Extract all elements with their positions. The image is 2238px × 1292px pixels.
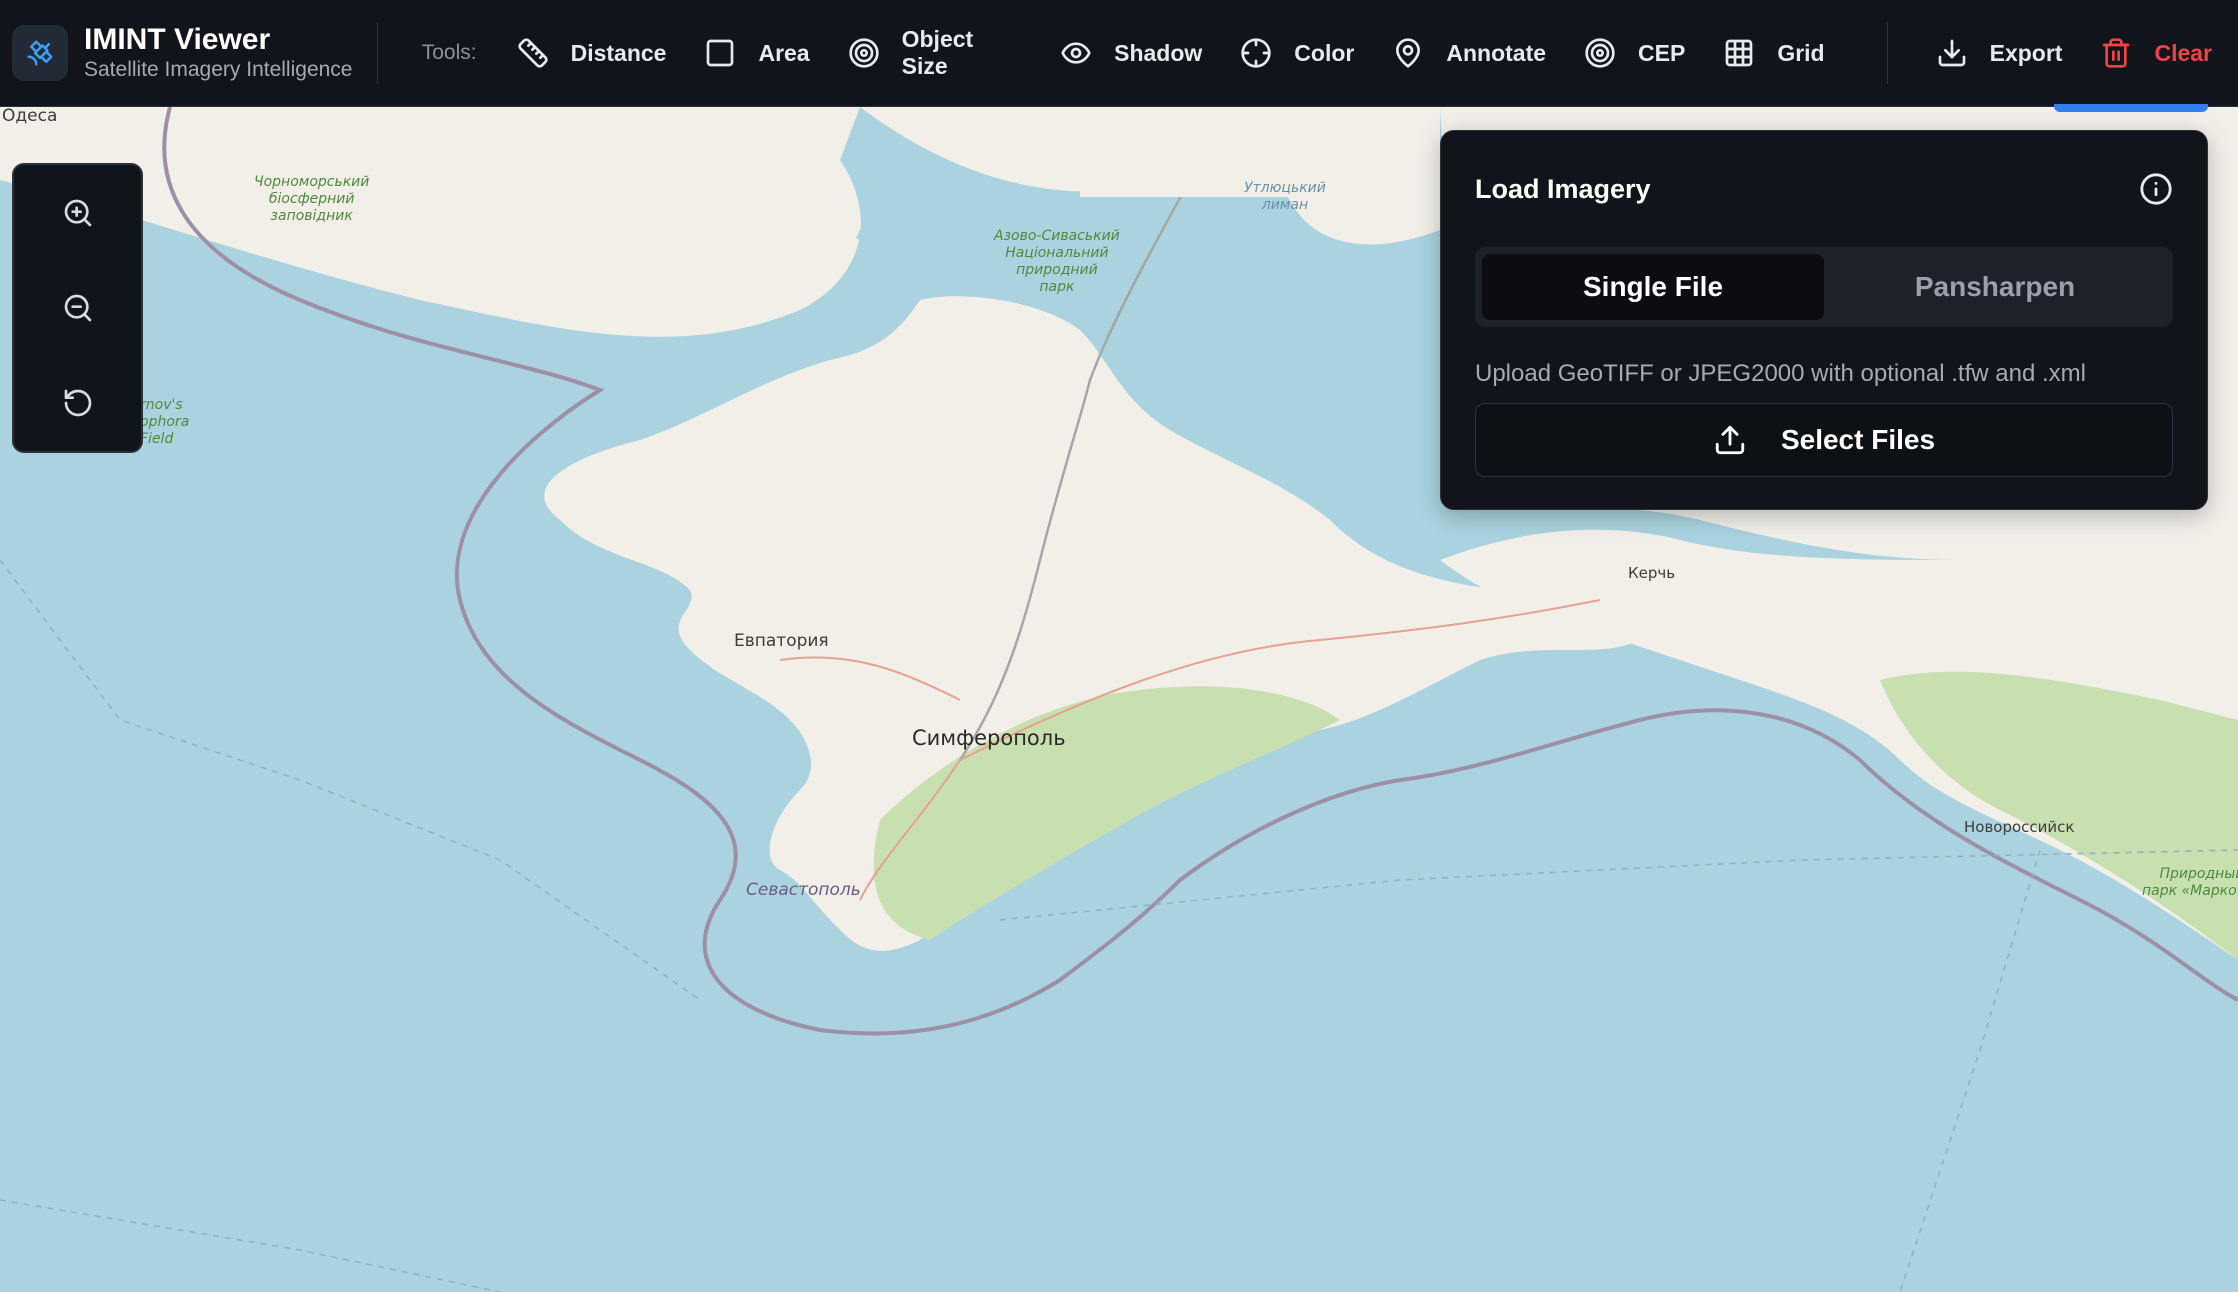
select-files-label: Select Files	[1780, 424, 1936, 455]
zoom-controls	[12, 163, 143, 453]
label-line: парк «Маркотх»	[2142, 883, 2238, 899]
upload-description: Upload GeoTIFF or JPEG2000 with optional…	[1475, 360, 2086, 387]
map-label-utliutskyi: Утлюцький лиман	[1244, 180, 1326, 214]
target-icon	[848, 38, 879, 68]
tool-label: Shadow	[1114, 39, 1203, 66]
download-icon	[1938, 39, 1965, 67]
map-label-yevpatoriya: Евпатория	[734, 631, 829, 651]
crosshair-icon	[1241, 38, 1271, 68]
tab-pansharpen[interactable]: Pansharpen	[1824, 254, 2166, 320]
satellite-icon	[12, 25, 68, 81]
tool-annotate-button[interactable]: Annotate	[1380, 23, 1558, 83]
label-line: ophora	[140, 414, 190, 430]
map-label-novorossiysk: Новороссийск	[1964, 818, 2075, 836]
reset-view-button[interactable]	[48, 373, 108, 433]
tab-single-file[interactable]: Single File	[1482, 254, 1824, 320]
zoom-in-icon	[64, 199, 91, 226]
mode-tabs: Single File Pansharpen	[1475, 247, 2173, 327]
grid-icon	[1725, 39, 1753, 67]
toolbar-actions: Export Clear	[1886, 22, 2238, 84]
info-icon[interactable]	[2139, 172, 2173, 206]
map-pin-icon	[1396, 38, 1421, 68]
tool-label: Object Size	[901, 26, 974, 79]
concentric-circle-icon	[1585, 38, 1615, 68]
tool-distance-button[interactable]: Distance	[505, 23, 679, 83]
label-line: Національний	[1005, 245, 1109, 261]
zoom-out-button[interactable]	[48, 278, 108, 338]
load-imagery-panel: Load Imagery Single File Pansharpen Uplo…	[1440, 130, 2208, 510]
label-line: біосферний	[268, 191, 355, 207]
tool-object-size-button[interactable]: Object Size	[836, 23, 1035, 83]
map-label-kerch: Керчь	[1628, 564, 1676, 582]
tools-label: Tools:	[421, 41, 477, 64]
tool-area-button[interactable]: Area	[692, 23, 821, 83]
panel-title: Load Imagery	[1475, 173, 1651, 204]
zoom-out-icon	[64, 294, 91, 322]
map-label-chornomorskyi: Чорноморський біосферний заповідник	[254, 174, 369, 225]
label-line: Field	[140, 431, 174, 447]
label-line: Природный	[2159, 866, 2238, 882]
tool-label: Color	[1294, 39, 1355, 66]
label-line: парк	[1039, 279, 1075, 295]
tool-label: CEP	[1638, 39, 1686, 66]
tool-label: Distance	[570, 39, 667, 66]
label-line: заповідник	[270, 208, 353, 224]
tool-grid-button[interactable]: Grid	[1711, 23, 1836, 83]
toolbar-divider	[376, 22, 378, 84]
label-line: природний	[1016, 262, 1098, 278]
label-line: Азово-Сиваський	[994, 228, 1120, 244]
square-icon	[707, 39, 734, 67]
map-label-chernovs-field: rnov's ophora Field	[140, 397, 189, 448]
select-files-button[interactable]: Select Files	[1475, 403, 2173, 477]
export-button[interactable]: Export	[1924, 23, 2075, 83]
export-label: Export	[1989, 39, 2063, 66]
label-line: Чорноморський	[254, 174, 370, 190]
upload-icon	[1715, 425, 1745, 455]
ruler-icon	[517, 38, 548, 68]
top-toolbar: IMINT Viewer Satellite Imagery Intellige…	[0, 0, 2238, 107]
app-title: IMINT Viewer	[84, 23, 271, 56]
tool-label: Annotate	[1446, 39, 1547, 66]
map-label-simferopol: Симферополь	[912, 726, 1066, 750]
tool-label: Grid	[1777, 39, 1825, 66]
clear-label: Clear	[2154, 39, 2212, 66]
label-line: Утлюцький	[1244, 180, 1326, 196]
tool-shadow-button[interactable]: Shadow	[1048, 23, 1214, 83]
map-label-azovo-syvaskyi: Азово-Сиваський Національний природний п…	[994, 228, 1120, 296]
tool-label: Area	[758, 39, 810, 66]
brand: IMINT Viewer Satellite Imagery Intellige…	[0, 23, 377, 83]
eye-icon	[1061, 42, 1091, 64]
trash-icon	[2103, 38, 2130, 68]
zoom-in-button[interactable]	[48, 183, 108, 243]
reset-rotate-icon	[64, 389, 91, 417]
label-line: лиман	[1261, 197, 1309, 213]
app-subtitle: Satellite Imagery Intelligence	[84, 58, 353, 81]
clear-button[interactable]: Clear	[2088, 23, 2224, 83]
tool-cep-button[interactable]: CEP	[1572, 23, 1697, 83]
map-label-odesa: Одеса	[2, 106, 58, 126]
tool-color-button[interactable]: Color	[1228, 23, 1366, 83]
label-line: rnov's	[140, 397, 183, 413]
hidden-panel-tab[interactable]	[2054, 104, 2208, 112]
map-label-markotkh: Природный парк «Маркотх»	[2142, 866, 2238, 900]
map-label-sevastopol: Севастополь	[746, 880, 861, 900]
